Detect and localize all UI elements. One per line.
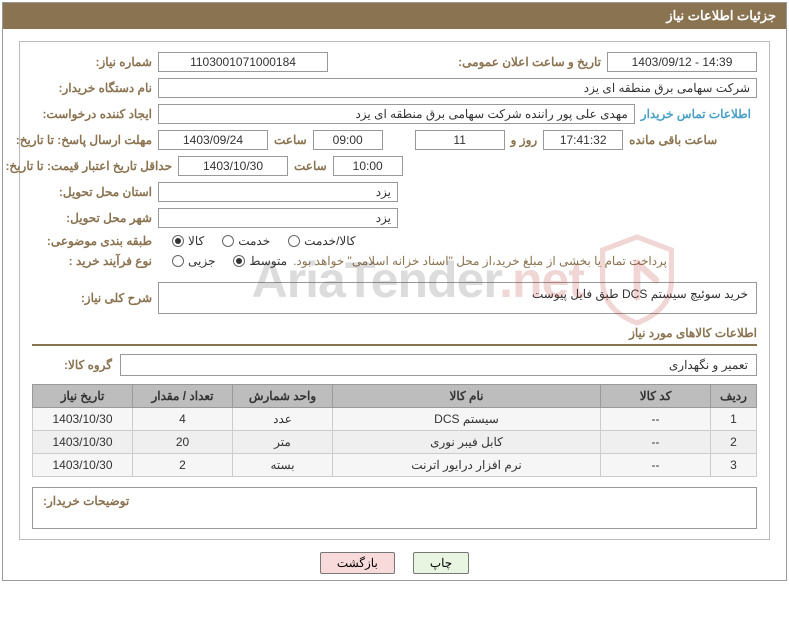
cell-unit: متر	[233, 431, 333, 454]
province-label: استان محل تحویل:	[32, 185, 152, 199]
cell-qty: 2	[133, 454, 233, 477]
deadline-days-label: روز و	[511, 133, 538, 147]
need-number-label: شماره نیاز:	[32, 55, 152, 69]
cell-code: --	[601, 431, 711, 454]
category-label: طبقه بندی موضوعی:	[32, 234, 152, 248]
general-desc-value: خرید سوئیچ سیستم DCS طبق فایل پیوست	[158, 282, 757, 314]
deadline-time: 09:00	[313, 130, 383, 150]
main-panel: جزئیات اطلاعات نیاز شماره نیاز: 11030010…	[2, 2, 787, 581]
panel-title: جزئیات اطلاعات نیاز	[3, 3, 786, 29]
city-label: شهر محل تحویل:	[32, 211, 152, 225]
radio-icon	[222, 235, 234, 247]
cell-date: 1403/10/30	[33, 454, 133, 477]
cell-qty: 20	[133, 431, 233, 454]
contact-buyer-link[interactable]: اطلاعات تماس خریدار	[641, 107, 751, 121]
table-row: 3--نرم افزار درایور اترنتبسته21403/10/30	[33, 454, 757, 477]
deadline-time-label: ساعت	[274, 133, 307, 147]
cell-name: نرم افزار درایور اترنت	[333, 454, 601, 477]
cell-name: کابل فیبر نوری	[333, 431, 601, 454]
cell-code: --	[601, 408, 711, 431]
th-name: نام کالا	[333, 385, 601, 408]
cell-idx: 1	[711, 408, 757, 431]
deadline-remain-label: ساعت باقی مانده	[629, 133, 717, 147]
cell-unit: بسته	[233, 454, 333, 477]
process-label: نوع فرآیند خرید :	[32, 254, 152, 268]
radio-icon	[233, 255, 245, 267]
cell-date: 1403/10/30	[33, 408, 133, 431]
validity-label: حداقل تاریخ اعتبار قیمت: تا تاریخ:	[32, 159, 172, 173]
group-label: گروه کالا:	[32, 358, 112, 372]
radio-icon	[172, 235, 184, 247]
th-idx: ردیف	[711, 385, 757, 408]
province-value: یزد	[158, 182, 398, 202]
category-options: کالا خدمت کالا/خدمت	[158, 234, 356, 248]
process-option-minor[interactable]: جزیی	[172, 254, 215, 268]
requester-label: ایجاد کننده درخواست:	[32, 107, 152, 121]
announce-label: تاریخ و ساعت اعلان عمومی:	[458, 55, 601, 69]
table-row: 1--سیستم DCSعدد41403/10/30	[33, 408, 757, 431]
back-button[interactable]: بازگشت	[320, 552, 395, 574]
process-note: پرداخت تمام یا بخشی از مبلغ خرید،از محل …	[293, 254, 667, 268]
process-options: جزیی متوسط	[158, 254, 287, 268]
cell-unit: عدد	[233, 408, 333, 431]
general-desc-label: شرح کلی نیاز:	[32, 291, 152, 305]
announce-value: 14:39 - 1403/09/12	[607, 52, 757, 72]
deadline-date: 1403/09/24	[158, 130, 268, 150]
cell-idx: 3	[711, 454, 757, 477]
buyer-org-label: نام دستگاه خریدار:	[32, 81, 152, 95]
deadline-days: 11	[415, 130, 505, 150]
th-date: تاریخ نیاز	[33, 385, 133, 408]
radio-icon	[288, 235, 300, 247]
validity-time: 10:00	[333, 156, 403, 176]
requester-value: مهدی علی پور راننده شرکت سهامی برق منطقه…	[158, 104, 635, 124]
category-option-both[interactable]: کالا/خدمت	[288, 234, 355, 248]
th-unit: واحد شمارش	[233, 385, 333, 408]
buyer-notes-label: توضیحات خریدار:	[43, 494, 129, 508]
group-value: تعمیر و نگهداری	[120, 354, 757, 376]
deadline-countdown: 17:41:32	[543, 130, 623, 150]
buyer-notes-box: توضیحات خریدار:	[32, 487, 757, 529]
city-value: یزد	[158, 208, 398, 228]
category-option-goods[interactable]: کالا	[172, 234, 204, 248]
goods-info-title: اطلاعات کالاهای مورد نیاز	[32, 326, 757, 346]
process-option-medium[interactable]: متوسط	[233, 254, 287, 268]
validity-time-label: ساعت	[294, 159, 327, 173]
cell-date: 1403/10/30	[33, 431, 133, 454]
radio-icon	[172, 255, 184, 267]
validity-date: 1403/10/30	[178, 156, 288, 176]
button-row: چاپ بازگشت	[19, 552, 770, 574]
details-panel: شماره نیاز: 1103001071000184 تاریخ و ساع…	[19, 41, 770, 540]
cell-code: --	[601, 454, 711, 477]
need-number-value: 1103001071000184	[158, 52, 328, 72]
th-code: کد کالا	[601, 385, 711, 408]
buyer-org-value: شرکت سهامی برق منطقه ای یزد	[158, 78, 757, 98]
table-row: 2--کابل فیبر نوریمتر201403/10/30	[33, 431, 757, 454]
category-option-service[interactable]: خدمت	[222, 234, 270, 248]
cell-qty: 4	[133, 408, 233, 431]
cell-name: سیستم DCS	[333, 408, 601, 431]
items-table: ردیف کد کالا نام کالا واحد شمارش تعداد /…	[32, 384, 757, 477]
deadline-label: مهلت ارسال پاسخ: تا تاریخ:	[32, 133, 152, 147]
cell-idx: 2	[711, 431, 757, 454]
th-qty: تعداد / مقدار	[133, 385, 233, 408]
print-button[interactable]: چاپ	[413, 552, 469, 574]
